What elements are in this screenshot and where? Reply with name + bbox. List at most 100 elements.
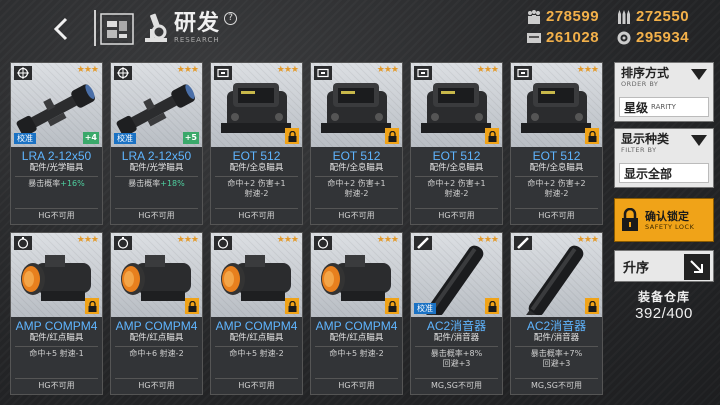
filter-dropdown[interactable]: 显示种类 FILTER BY 显示全部 — [614, 128, 714, 188]
page-title: 研发 — [174, 10, 221, 36]
title-text: 研发 RESEARCH — [174, 10, 220, 45]
item-info: AMP COMPM4 配件/红点瞄具 命中+5 射速-1 HG不可用 — [11, 317, 102, 394]
lock-icon — [285, 298, 299, 314]
equipment-card[interactable]: ★★★ EOT 512 配件/全息瞄具 命中+2 伤害+1 射速-2 HG不可用 — [310, 62, 403, 225]
ammo-icon — [618, 9, 630, 24]
stat-text: 暴击概率 — [28, 179, 61, 188]
equipment-card[interactable]: ★★★ AC2消音器 配件/消音器 暴击概率+7% 回避+3 MG,SG不可用 — [510, 232, 603, 395]
research-badge-icon — [100, 13, 134, 45]
sort-value-main: 星级 — [624, 100, 649, 115]
item-name: AMP COMPM4 — [315, 319, 398, 333]
item-restriction: HG不可用 — [15, 378, 98, 391]
holo-type-icon — [514, 66, 532, 80]
rarity-stars: ★★★ — [376, 235, 399, 245]
lock-icon — [585, 298, 599, 314]
item-restriction: MG,SG不可用 — [515, 378, 598, 391]
equipment-card[interactable]: ★★★ AMP COMPM4 配件/红点瞄具 命中+5 射速-2 HG不可用 — [310, 232, 403, 395]
rarity-stars: ★★★ — [276, 65, 299, 75]
parts-value: 295934 — [636, 29, 690, 46]
equipment-grid: ★★★ 校准 +4 LRA 2-12x50 配件/光学瞄具 暴击概率+16% HG不可用 ★★… — [10, 62, 604, 395]
suppressor-type-icon — [414, 236, 432, 250]
filter-label: 显示种类 — [621, 132, 670, 146]
item-stats: 暴击概率+7% 回避+3 — [511, 349, 602, 373]
calibration-tag: 校准 — [114, 133, 136, 144]
help-button[interactable]: ? — [224, 12, 238, 25]
item-stats: 暴击概率+18% — [111, 179, 202, 203]
page-subtitle: RESEARCH — [174, 36, 220, 44]
reddot-type-icon — [14, 236, 32, 250]
item-info: EOT 512 配件/全息瞄具 命中+2 伤害+1 射速-2 HG不可用 — [411, 147, 502, 224]
item-restriction: HG不可用 — [315, 378, 398, 391]
stat-text: 命中+2 伤害+1 — [427, 179, 486, 188]
item-info: AMP COMPM4 配件/红点瞄具 命中+6 射速-2 HG不可用 — [111, 317, 202, 394]
item-info: LRA 2-12x50 配件/光学瞄具 暴击概率+18% HG不可用 — [111, 147, 202, 224]
item-name: LRA 2-12x50 — [21, 149, 92, 163]
rarity-stars: ★★★ — [376, 65, 399, 75]
scope-type-icon — [14, 66, 32, 80]
safety-lock-button[interactable]: 确认锁定 SAFETY LOCK — [614, 198, 714, 242]
equipment-card[interactable]: ★★★ EOT 512 配件/全息瞄具 命中+2 伤害+2 射速-2 HG不可用 — [510, 62, 603, 225]
item-info: LRA 2-12x50 配件/光学瞄具 暴击概率+16% HG不可用 — [11, 147, 102, 224]
header-divider — [94, 10, 96, 46]
item-image: ★★★ — [311, 233, 402, 317]
stat-text: 命中+2 伤害+2 — [527, 179, 586, 188]
back-button[interactable] — [46, 14, 76, 44]
lock-icon — [85, 298, 99, 314]
ammo-value: 272550 — [636, 8, 690, 25]
top-bar: 研发 RESEARCH ? 278599 272550 261028 29593… — [0, 0, 720, 56]
triangle-down-icon — [691, 135, 707, 146]
item-image: ★★★ — [511, 63, 602, 147]
reddot-type-icon — [214, 236, 232, 250]
resource-manpower: 278599 — [526, 8, 616, 25]
sort-arrow-icon — [684, 254, 710, 280]
item-info: EOT 512 配件/全息瞄具 命中+2 伤害+1 射速-2 HG不可用 — [311, 147, 402, 224]
stat-text-line2: 射速-2 — [244, 189, 269, 198]
item-restriction: HG不可用 — [515, 208, 598, 221]
equipment-card[interactable]: ★★★ 校准 +4 LRA 2-12x50 配件/光学瞄具 暴击概率+16% HG不可用 — [10, 62, 103, 225]
sort-header: 排序方式 ORDER BY — [621, 66, 669, 88]
research-title-group: 研发 RESEARCH ? — [142, 10, 238, 50]
item-stats: 命中+2 伤害+2 射速-2 — [511, 179, 602, 203]
lock-icon — [585, 128, 599, 144]
holo-type-icon — [314, 66, 332, 80]
calibration-tag: 校准 — [14, 133, 36, 144]
rarity-stars: ★★★ — [476, 235, 499, 245]
equipment-card[interactable]: ★★★ EOT 512 配件/全息瞄具 命中+2 伤害+1 射速-2 HG不可用 — [210, 62, 303, 225]
resource-rations: 261028 — [526, 29, 616, 46]
item-image: ★★★ — [511, 233, 602, 317]
item-stats: 命中+2 伤害+1 射速-2 — [411, 179, 502, 203]
equipment-card[interactable]: ★★★ 校准 AC2消音器 配件/消音器 暴击概率+8% 回避+3 MG,SG不可用 — [410, 232, 503, 395]
safety-lock-sublabel: SAFETY LOCK — [645, 222, 695, 231]
sort-dropdown[interactable]: 排序方式 ORDER BY 星级 RARITY — [614, 62, 714, 122]
enhance-badge: +4 — [82, 132, 99, 144]
safety-lock-label: 确认锁定 — [645, 209, 689, 223]
item-name: LRA 2-12x50 — [121, 149, 192, 163]
equipment-card[interactable]: ★★★ AMP COMPM4 配件/红点瞄具 命中+6 射速-2 HG不可用 — [110, 232, 203, 395]
storage-count: 392/400 — [635, 305, 693, 322]
item-image: ★★★ — [11, 233, 102, 317]
ascending-toggle[interactable]: 升序 — [614, 250, 714, 282]
chevron-left-icon — [53, 17, 68, 41]
lock-icon — [485, 298, 499, 314]
rarity-stars: ★★★ — [576, 65, 599, 75]
rarity-stars: ★★★ — [176, 65, 199, 75]
lock-icon — [385, 298, 399, 314]
stat-text: 命中+6 射速-2 — [129, 349, 184, 358]
equipment-card[interactable]: ★★★ AMP COMPM4 配件/红点瞄具 命中+5 射速-2 HG不可用 — [210, 232, 303, 395]
item-restriction: HG不可用 — [115, 378, 198, 391]
item-image: ★★★ 校准 +4 — [11, 63, 102, 147]
rarity-stars: ★★★ — [576, 235, 599, 245]
item-stats: 暴击概率+16% — [11, 179, 102, 203]
enhance-badge: +5 — [182, 132, 199, 144]
stat-text: 命中+5 射速-1 — [29, 349, 84, 358]
equipment-card[interactable]: ★★★ AMP COMPM4 配件/红点瞄具 命中+5 射速-1 HG不可用 — [10, 232, 103, 395]
equipment-card[interactable]: ★★★ 校准 +5 LRA 2-12x50 配件/光学瞄具 暴击概率+18% HG不可用 — [110, 62, 203, 225]
equipment-card[interactable]: ★★★ EOT 512 配件/全息瞄具 命中+2 伤害+1 射速-2 HG不可用 — [410, 62, 503, 225]
sort-sublabel: ORDER BY — [621, 80, 659, 88]
storage-label: 装备仓库 — [637, 290, 690, 304]
microscope-icon — [145, 13, 167, 42]
item-type: 配件/红点瞄具 — [215, 333, 298, 347]
calibration-tag: 校准 — [414, 303, 436, 314]
item-stats: 命中+6 射速-2 — [111, 349, 202, 373]
item-image: ★★★ — [211, 63, 302, 147]
